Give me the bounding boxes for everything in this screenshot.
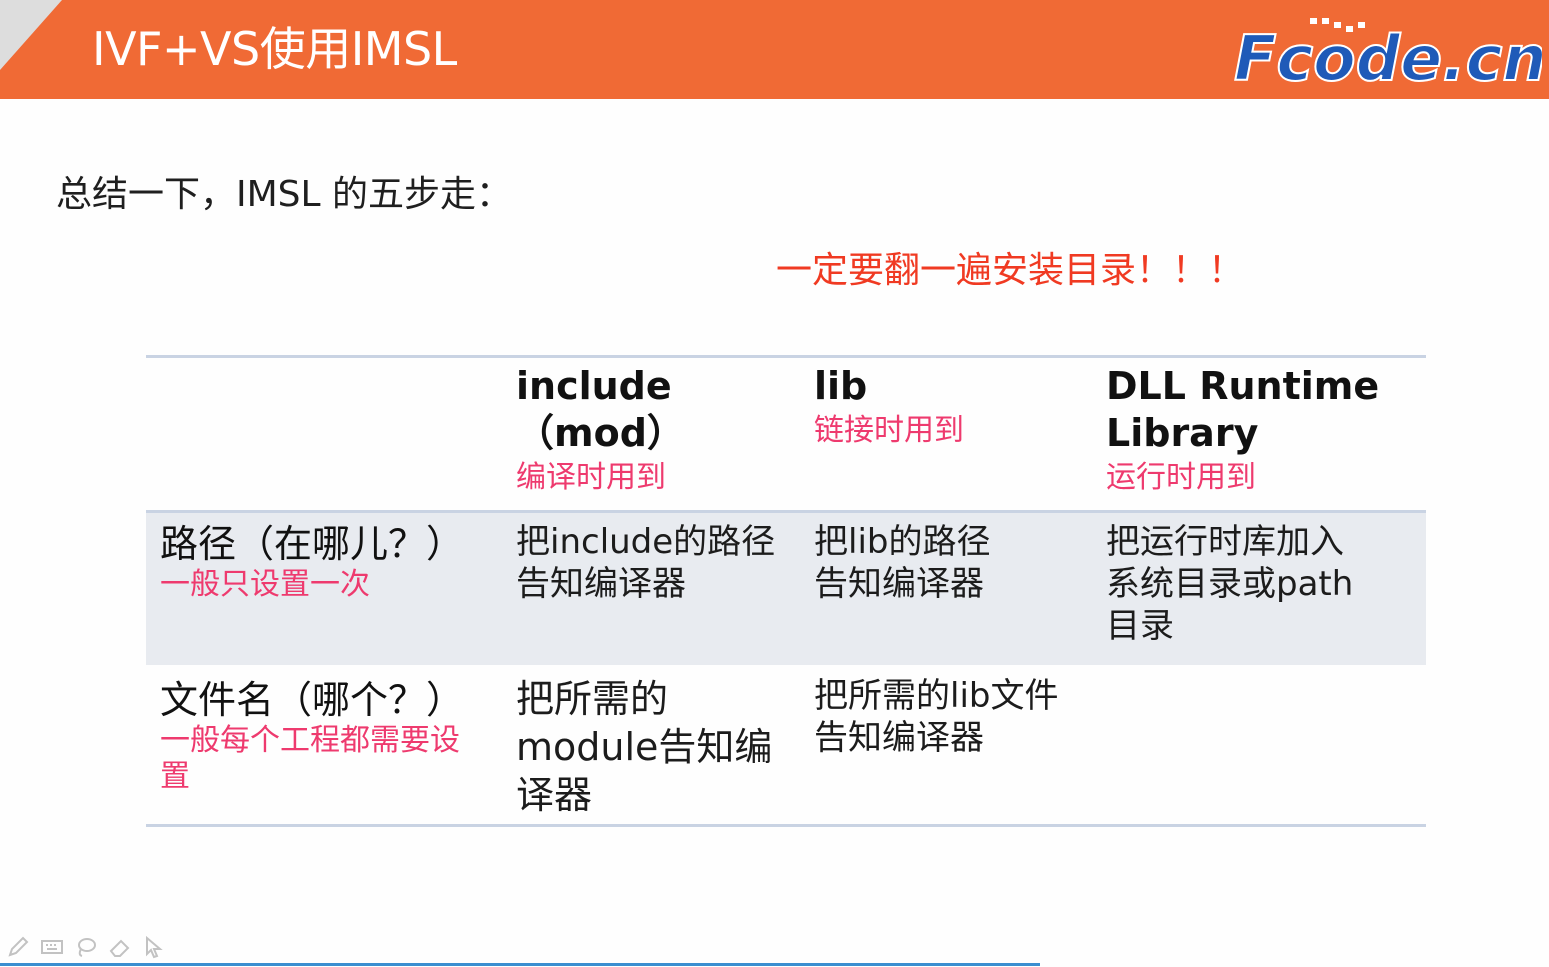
warning-text: 一定要翻一遍安装目录！！！	[776, 250, 1245, 291]
table-cell: 把lib的路径告知编译器	[814, 522, 991, 604]
column-title-line: Library	[1106, 411, 1259, 455]
column-title-line: （mod）	[516, 411, 685, 455]
column-subtitle: 链接时用到	[814, 413, 964, 448]
column-title-line: DLL Runtime	[1106, 364, 1380, 408]
table-cell: 把所需的lib文件告知编译器	[814, 676, 1059, 758]
row-label-note: 一般只设置一次	[160, 567, 370, 602]
column-subtitle: 运行时用到	[1106, 460, 1256, 495]
table-bottom-rule	[146, 824, 1426, 827]
table-cell: 把所需的module告知编译器	[516, 677, 773, 817]
column-header-include: include （mod） 编译时用到	[516, 363, 685, 499]
annotation-toolbar	[6, 932, 166, 962]
keyboard-icon[interactable]	[40, 935, 64, 959]
column-header-dll: DLL Runtime Library 运行时用到	[1106, 363, 1379, 499]
fcode-logo: Fcode.cn	[1233, 18, 1542, 88]
row-label-note: 一般每个工程都需要设置	[160, 723, 460, 794]
pointer-icon[interactable]	[142, 935, 166, 959]
row-label-text: 文件名（哪个？）	[160, 678, 465, 722]
pen-icon[interactable]	[6, 935, 30, 959]
column-title-line: lib	[814, 364, 868, 408]
column-title-line: include	[516, 364, 672, 408]
eraser-icon[interactable]	[108, 935, 132, 959]
slide-header: IVF+VS使用IMSL Fcode.cn	[0, 0, 1549, 99]
table-cell: 把include的路径告知编译器	[516, 522, 776, 604]
column-header-lib: lib 链接时用到	[814, 363, 964, 452]
header-corner-decoration	[0, 0, 62, 70]
row-label-path: 路径（在哪儿？） 一般只设置一次	[160, 521, 464, 603]
column-subtitle: 编译时用到	[516, 460, 666, 495]
table-cell: 把运行时库加入系统目录或path目录	[1106, 522, 1354, 646]
table-top-rule	[146, 355, 1426, 358]
imsl-steps-table: include （mod） 编译时用到 lib 链接时用到 DLL Runtim…	[146, 355, 1426, 827]
logo-wordmark: Fcode.cn	[1234, 22, 1542, 88]
row-label-text: 路径（在哪儿？）	[160, 522, 465, 566]
row-label-filename: 文件名（哪个？） 一般每个工程都需要设置	[160, 677, 480, 795]
summary-text: 总结一下，IMSL 的五步走：	[56, 174, 513, 215]
slide-title: IVF+VS使用IMSL	[92, 22, 457, 76]
lasso-icon[interactable]	[74, 935, 98, 959]
progress-line	[0, 963, 1040, 966]
